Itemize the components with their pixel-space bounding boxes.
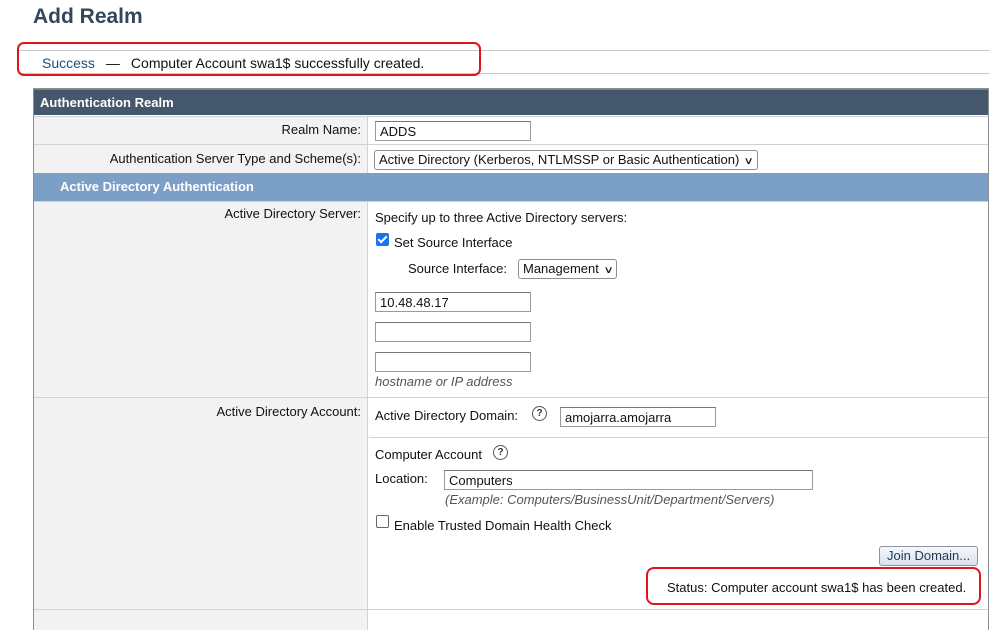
location-label: Location: — [375, 471, 428, 486]
server-type-row: Authentication Server Type and Scheme(s)… — [34, 144, 988, 173]
authentication-realm-panel: Authentication Realm Realm Name: Authent… — [33, 88, 989, 630]
server-type-selected: Active Directory (Kerberos, NTLMSSP or B… — [379, 152, 740, 167]
chevron-down-icon: ∨ — [603, 265, 614, 276]
join-domain-button[interactable]: Join Domain... — [879, 546, 979, 566]
ad-account-label: Active Directory Account: — [216, 404, 362, 419]
help-icon[interactable]: ? — [493, 445, 508, 460]
notice-separator: — — [105, 55, 120, 71]
ad-server-instruction: Specify up to three Active Directory ser… — [375, 210, 628, 225]
ad-server-3-input[interactable] — [375, 352, 531, 372]
realm-name-input[interactable] — [375, 121, 531, 141]
page-title: Add Realm — [33, 5, 143, 28]
ad-server-row: Active Directory Server: Specify up to t… — [34, 201, 988, 397]
location-input[interactable] — [444, 470, 813, 490]
help-icon[interactable]: ? — [532, 406, 547, 421]
computer-account-label: Computer Account — [375, 447, 482, 462]
account-inner-divider — [369, 437, 988, 438]
ad-domain-input[interactable] — [560, 407, 716, 427]
ad-server-1-input[interactable] — [375, 292, 531, 312]
location-example: (Example: Computers/BusinessUnit/Departm… — [445, 492, 775, 507]
next-row — [34, 609, 988, 630]
realm-name-row: Realm Name: — [34, 116, 988, 144]
chevron-down-icon: ∨ — [743, 156, 755, 167]
success-message: Computer Account swa1$ successfully crea… — [130, 55, 425, 71]
source-interface-select[interactable]: Management ∨ — [518, 259, 618, 279]
success-notice: Success — Computer Account swa1$ successfu… — [42, 55, 424, 71]
server-type-select[interactable]: Active Directory (Kerberos, NTLMSSP or B… — [374, 150, 758, 170]
success-status: Success — [42, 55, 95, 71]
health-check-checkbox[interactable] — [376, 515, 389, 528]
ad-server-label: Active Directory Server: — [224, 206, 361, 221]
source-interface-selected: Management — [523, 261, 599, 276]
active-directory-section-header: Active Directory Authentication — [34, 173, 988, 201]
ad-domain-label: Active Directory Domain: — [375, 408, 519, 423]
ad-server-hint: hostname or IP address — [375, 374, 513, 389]
health-check-label: Enable Trusted Domain Health Check — [394, 518, 612, 533]
set-source-interface-label: Set Source Interface — [394, 235, 513, 250]
panel-header: Authentication Realm — [34, 89, 988, 115]
realm-name-label: Realm Name: — [281, 122, 361, 137]
source-interface-label: Source Interface: — [408, 261, 507, 276]
set-source-interface-checkbox[interactable] — [376, 233, 389, 246]
server-type-label: Authentication Server Type and Scheme(s)… — [109, 151, 361, 166]
ad-server-2-input[interactable] — [375, 322, 531, 342]
status-highlight — [646, 567, 981, 605]
